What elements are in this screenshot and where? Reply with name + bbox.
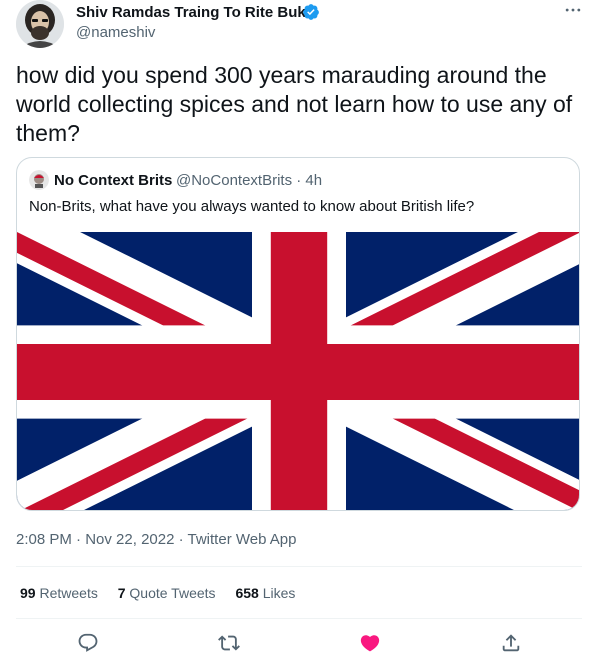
likes-stat[interactable]: 658 Likes [235, 584, 295, 602]
retweets-stat[interactable]: 99 Retweets [20, 584, 98, 602]
divider [16, 566, 582, 567]
avatar-icon [16, 0, 64, 48]
share-icon [502, 634, 520, 652]
retweets-count: 99 [20, 585, 36, 601]
separator: · [71, 531, 86, 548]
share-button[interactable] [498, 630, 524, 656]
reply-button[interactable] [75, 630, 101, 656]
tweet-date[interactable]: Nov 22, 2022 [85, 531, 174, 548]
quoted-tweet-card[interactable]: No Context Brits @NoContextBrits · 4h No… [16, 157, 580, 511]
author-display-name[interactable]: Shiv Ramdas Traing To Rite Buk [76, 3, 306, 23]
quote-tweets-label: Quote Tweets [129, 585, 216, 601]
quoted-handle-time: @NoContextBrits · 4h [176, 172, 323, 189]
divider [16, 618, 582, 619]
like-button[interactable] [357, 630, 383, 656]
verified-badge-icon [302, 3, 320, 21]
retweet-button[interactable] [216, 630, 242, 656]
tweet-metadata: 2:08 PM · Nov 22, 2022 · Twitter Web App [16, 530, 296, 550]
author-handle[interactable]: @nameshiv [76, 23, 155, 43]
quoted-tweet-text: Non-Brits, what have you always wanted t… [29, 198, 475, 215]
retweet-icon [218, 635, 240, 651]
reply-icon [78, 633, 98, 652]
tweet-text: how did you spend 300 years marauding ar… [16, 62, 573, 146]
like-icon [360, 635, 380, 652]
tweet-time[interactable]: 2:08 PM [16, 531, 72, 548]
likes-count: 658 [235, 585, 259, 601]
tweet-stats: 99 Retweets 7 Quote Tweets 658 Likes [20, 584, 311, 602]
quoted-avatar-icon [29, 170, 49, 190]
likes-label: Likes [262, 585, 296, 601]
quote-tweets-count: 7 [117, 585, 126, 601]
retweets-label: Retweets [39, 585, 98, 601]
tweet-source[interactable]: Twitter Web App [188, 531, 297, 548]
more-options-icon[interactable] [560, 0, 586, 22]
author-avatar[interactable] [16, 0, 64, 48]
union-jack-flag[interactable] [17, 232, 580, 511]
quote-tweets-stat[interactable]: 7 Quote Tweets [118, 584, 216, 602]
quoted-display-name: No Context Brits [54, 172, 173, 189]
separator: · [174, 531, 188, 548]
